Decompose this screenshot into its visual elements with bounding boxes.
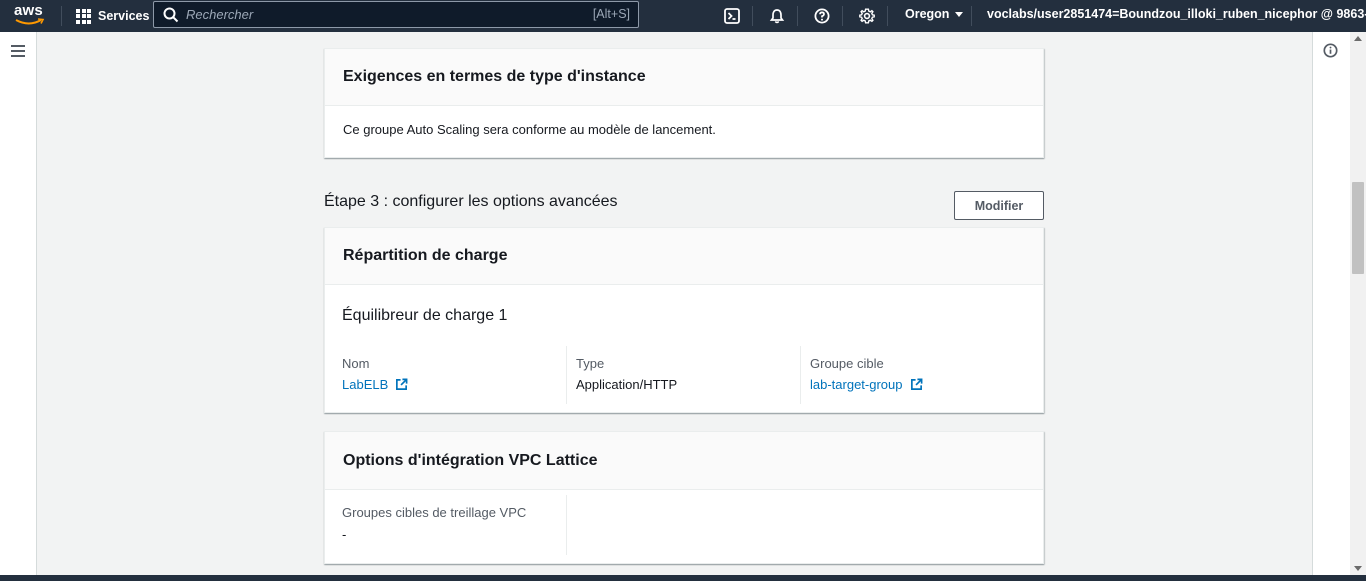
search-placeholder: Rechercher — [186, 7, 254, 22]
target-group-value: lab-target-group — [810, 377, 903, 392]
region-selector[interactable]: Oregon — [905, 7, 964, 21]
panel-header: Exigences en termes de type d'instance — [325, 49, 1043, 106]
notifications-button[interactable] — [767, 6, 787, 26]
search-shortcut: [Alt+S] — [592, 7, 630, 21]
scrollbar-thumb[interactable] — [1352, 182, 1364, 274]
panel-header: Options d'intégration VPC Lattice — [325, 432, 1043, 490]
nav-divider — [752, 6, 753, 26]
panel-title: Exigences en termes de type d'instance — [343, 68, 646, 85]
panel-title: Répartition de charge — [343, 247, 508, 264]
panel-header: Répartition de charge — [325, 228, 1043, 285]
aws-logo[interactable]: aws — [14, 3, 46, 29]
cloudshell-button[interactable] — [722, 6, 742, 26]
column-divider — [566, 346, 567, 404]
column-divider — [800, 346, 801, 404]
nav-divider — [797, 6, 798, 26]
services-menu-button[interactable]: Services — [76, 6, 149, 26]
nav-divider — [887, 6, 888, 26]
search-input[interactable]: Rechercher [Alt+S] — [153, 1, 639, 28]
services-label: Services — [98, 9, 150, 23]
info-icon[interactable] — [1323, 43, 1338, 58]
lb-type-label: Type — [576, 356, 605, 371]
lb-name-column: Nom LabELB — [342, 346, 562, 404]
right-tools-rail — [1312, 32, 1350, 575]
region-label: Oregon — [905, 7, 950, 21]
top-navigation: aws Services Rechercher [Alt+S] Oregon v… — [0, 0, 1366, 32]
target-group-label: Groupe cible — [810, 356, 884, 371]
external-link-icon — [396, 378, 408, 390]
target-group-column: Groupe cible lab-target-group — [810, 346, 1030, 404]
gear-icon — [859, 8, 875, 24]
cloudshell-icon — [724, 8, 740, 24]
lb-type-column: Type Application/HTTP — [576, 346, 796, 404]
menu-icon[interactable] — [11, 45, 25, 57]
column-divider — [566, 495, 567, 555]
nav-divider — [971, 6, 972, 26]
help-icon — [814, 8, 830, 24]
load-balancer-heading: Équilibreur de charge 1 — [342, 307, 508, 324]
vpc-lattice-value: - — [342, 527, 347, 542]
bell-icon — [769, 9, 785, 24]
lb-type-value: Application/HTTP — [576, 377, 678, 392]
target-group-link[interactable]: lab-target-group — [810, 377, 923, 392]
modify-button[interactable]: Modifier — [954, 191, 1044, 220]
settings-button[interactable] — [857, 6, 877, 26]
instance-type-panel: Exigences en termes de type d'instance C… — [324, 48, 1044, 158]
vpc-lattice-label: Groupes cibles de treillage VPC — [342, 505, 527, 520]
aws-smile-icon — [15, 18, 45, 25]
lb-name-value: LabELB — [342, 377, 389, 392]
help-button[interactable] — [812, 6, 832, 26]
instance-type-description: Ce groupe Auto Scaling sera conforme au … — [343, 122, 716, 137]
scrollbar[interactable] — [1350, 32, 1366, 575]
search-icon — [163, 7, 179, 22]
caret-down-icon — [955, 11, 964, 17]
lb-name-label: Nom — [342, 356, 370, 371]
nav-divider — [61, 6, 62, 26]
panel-body: Ce groupe Auto Scaling sera conforme au … — [325, 106, 1043, 137]
panel-title: Options d'intégration VPC Lattice — [343, 451, 598, 469]
scroll-up-arrow-icon[interactable] — [1354, 36, 1362, 41]
footer-bar — [0, 575, 1366, 581]
vpc-lattice-column: Groupes cibles de treillage VPC - — [342, 494, 562, 552]
nav-divider — [842, 6, 843, 26]
aws-logo-text: aws — [14, 2, 43, 19]
left-navigation-rail — [0, 32, 37, 575]
account-label: voclabs/user2851474=Boundzou_illoki_rube… — [987, 7, 1366, 21]
account-menu[interactable]: voclabs/user2851474=Boundzou_illoki_rube… — [987, 7, 1366, 21]
grid-icon — [76, 8, 91, 24]
external-link-icon — [910, 378, 922, 390]
lb-name-link[interactable]: LabELB — [342, 377, 408, 392]
scroll-down-arrow-icon[interactable] — [1354, 566, 1362, 571]
step-title: Étape 3 : configurer les options avancée… — [324, 193, 618, 210]
